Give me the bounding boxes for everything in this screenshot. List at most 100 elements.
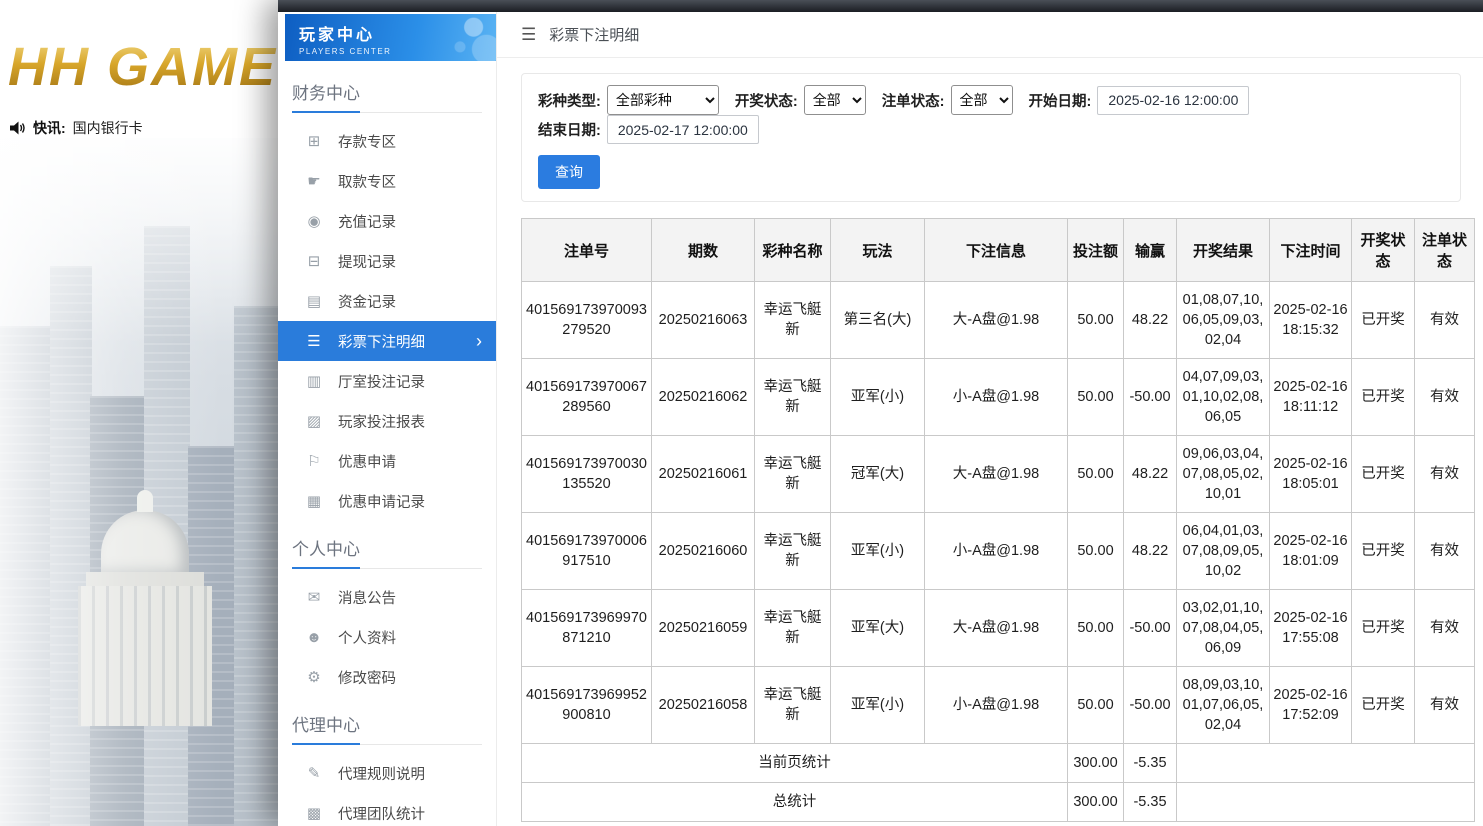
bet-status-select[interactable]: 全部	[951, 85, 1013, 115]
table-cell: 已开奖	[1352, 282, 1415, 359]
column-header: 下注信息	[925, 219, 1068, 282]
sidebar-item-profile[interactable]: ☻个人资料	[278, 617, 496, 657]
city-photo	[0, 138, 278, 826]
table-cell: 20250216060	[652, 513, 755, 590]
top-strip	[278, 0, 1483, 12]
building-shape	[0, 326, 52, 826]
summary-label: 总统计	[522, 783, 1068, 822]
draw-status-label: 开奖状态:	[735, 90, 798, 111]
table-row: 40156917397000691751020250216060幸运飞艇新亚军(…	[522, 513, 1475, 590]
table-cell: 20250216062	[652, 359, 755, 436]
hall-bet-records-icon: ▥	[305, 372, 323, 390]
funds-records-icon: ▤	[305, 292, 323, 310]
summary-row: 总统计300.00-5.35	[522, 783, 1475, 822]
sidebar-item-label: 厅室投注记录	[338, 371, 425, 392]
sidebar-header: 玩家中心 PLAYERS CENTER	[285, 14, 496, 61]
sidebar-item-promo-apply-records[interactable]: ▦优惠申请记录	[278, 481, 496, 521]
change-password-icon: ⚙	[305, 668, 323, 686]
content-body: 彩种类型: 全部彩种 开奖状态: 全部	[497, 58, 1483, 826]
bet-table: 注单号期数彩种名称玩法下注信息投注额输赢开奖结果下注时间开奖状态注单状态 401…	[521, 218, 1475, 822]
capitol-dome	[78, 510, 212, 726]
column-header: 彩种名称	[755, 219, 831, 282]
table-cell: 亚军(小)	[831, 359, 925, 436]
page-title: 彩票下注明细	[549, 24, 639, 45]
summary-label: 当前页统计	[522, 744, 1068, 783]
sidebar-item-player-bet-report[interactable]: ▨玩家投注报表	[278, 401, 496, 441]
table-cell: 有效	[1415, 667, 1475, 744]
table-header-row: 注单号期数彩种名称玩法下注信息投注额输赢开奖结果下注时间开奖状态注单状态	[522, 219, 1475, 282]
table-row: 40156917397006728956020250216062幸运飞艇新亚军(…	[522, 359, 1475, 436]
building-shape	[234, 306, 278, 826]
sidebar-item-promo-apply[interactable]: ⚐优惠申请	[278, 441, 496, 481]
sidebar-item-hall-bet-records[interactable]: ▥ 厅室投注记录	[278, 361, 496, 401]
table-row: 40156917396997087121020250216059幸运飞艇新亚军(…	[522, 590, 1475, 667]
sidebar-item-label: 提现记录	[338, 251, 396, 272]
sidebar-item-label: 优惠申请记录	[338, 491, 425, 512]
table-cell: 2025-02-16 17:52:09	[1270, 667, 1352, 744]
end-date-input[interactable]	[607, 115, 759, 144]
start-date-filter: 开始日期:	[1029, 86, 1250, 115]
building-shape	[144, 226, 190, 826]
draw-status-filter: 开奖状态: 全部	[735, 85, 866, 115]
site-logo: HH GAME	[8, 36, 277, 98]
table-cell: -50.00	[1124, 590, 1177, 667]
table-cell: 有效	[1415, 359, 1475, 436]
end-date-label: 结束日期:	[538, 119, 601, 140]
sidebar-section-title: 财务中心	[292, 79, 482, 113]
news-ticker: 快讯: 国内银行卡	[10, 118, 143, 138]
table-cell: 50.00	[1068, 667, 1124, 744]
table-cell: 06,04,01,03,07,08,09,05,10,02	[1177, 513, 1270, 590]
lottery-type-filter: 彩种类型: 全部彩种	[538, 85, 719, 115]
table-cell: 亚军(小)	[831, 667, 925, 744]
lottery-type-select[interactable]: 全部彩种	[607, 85, 719, 115]
table-cell: -50.00	[1124, 359, 1177, 436]
sidebar-item-recharge-records[interactable]: ◉充值记录	[278, 201, 496, 241]
table-cell: 幸运飞艇新	[755, 590, 831, 667]
sidebar-item-deposit-zone[interactable]: ⊞ 存款专区	[278, 121, 496, 161]
speaker-icon	[10, 121, 26, 135]
start-date-label: 开始日期:	[1029, 90, 1092, 111]
draw-status-select[interactable]: 全部	[804, 85, 866, 115]
column-header: 注单号	[522, 219, 652, 282]
table-cell: 09,06,03,04,07,08,05,02,10,01	[1177, 436, 1270, 513]
sidebar-item-agent-rules[interactable]: ✎代理规则说明	[278, 753, 496, 793]
table-cell: 48.22	[1124, 513, 1177, 590]
sidebar-item-announcements[interactable]: ✉消息公告	[278, 577, 496, 617]
sidebar-item-label: 资金记录	[338, 291, 396, 312]
column-header: 投注额	[1068, 219, 1124, 282]
ticker-label: 快讯:	[33, 118, 66, 138]
promo-apply-icon: ⚐	[305, 452, 323, 470]
sidebar-item-withdrawal-records[interactable]: ⊟提现记录	[278, 241, 496, 281]
table-cell: 大-A盘@1.98	[925, 282, 1068, 359]
table-cell: 20250216059	[652, 590, 755, 667]
sidebar-item-change-password[interactable]: ⚙修改密码	[278, 657, 496, 697]
table-cell: 50.00	[1068, 590, 1124, 667]
sidebar-item-agent-team-stats[interactable]: ▩代理团队统计	[278, 793, 496, 826]
bubbles-decoration	[416, 14, 496, 61]
menu-toggle-icon[interactable]: ☰	[521, 25, 536, 45]
lottery-type-label: 彩种类型:	[538, 90, 601, 111]
sidebar-item-withdraw-zone[interactable]: ☛取款专区	[278, 161, 496, 201]
table-cell: -50.00	[1124, 667, 1177, 744]
table-cell: 幸运飞艇新	[755, 282, 831, 359]
start-date-input[interactable]	[1097, 86, 1249, 115]
table-cell: 48.22	[1124, 282, 1177, 359]
table-cell: 冠军(大)	[831, 436, 925, 513]
sidebar-item-lottery-bet-details[interactable]: ☰彩票下注明细›	[278, 321, 496, 361]
screen: HH GAME 快讯: 国内银行卡	[0, 0, 1483, 826]
table-cell: 小-A盘@1.98	[925, 359, 1068, 436]
sidebar-item-funds-records[interactable]: ▤ 资金记录	[278, 281, 496, 321]
sidebar-item-label: 个人资料	[338, 627, 396, 648]
table-cell: 2025-02-16 18:15:32	[1270, 282, 1352, 359]
table-cell: 04,07,09,03,01,10,02,08,06,05	[1177, 359, 1270, 436]
sidebar-item-label: 存款专区	[338, 131, 396, 152]
table-cell: 401569173969970871210	[522, 590, 652, 667]
summary-empty	[1177, 783, 1475, 822]
summary-bet-total: 300.00	[1068, 783, 1124, 822]
sidebar-item-label: 充值记录	[338, 211, 396, 232]
table-cell: 幸运飞艇新	[755, 667, 831, 744]
table-cell: 小-A盘@1.98	[925, 667, 1068, 744]
deposit-zone-icon: ⊞	[305, 132, 323, 150]
search-button[interactable]: 查询	[538, 155, 600, 189]
table-cell: 已开奖	[1352, 590, 1415, 667]
